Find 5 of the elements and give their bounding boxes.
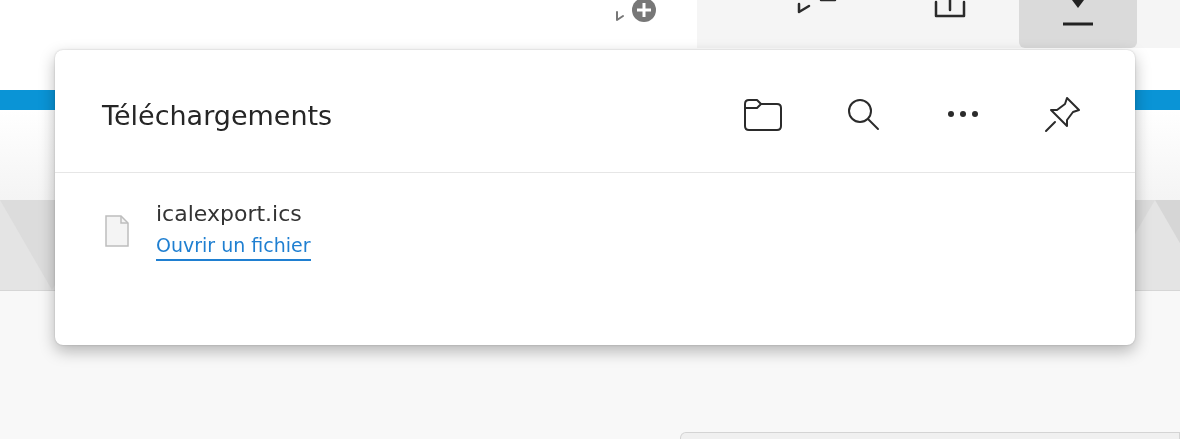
panel-title: Téléchargements bbox=[102, 98, 334, 131]
file-name: icalexport.ics bbox=[156, 201, 302, 226]
input-field[interactable] bbox=[680, 432, 1180, 439]
open-file-link[interactable]: Ouvrir un fichier bbox=[156, 234, 311, 261]
file-icon bbox=[105, 215, 129, 247]
